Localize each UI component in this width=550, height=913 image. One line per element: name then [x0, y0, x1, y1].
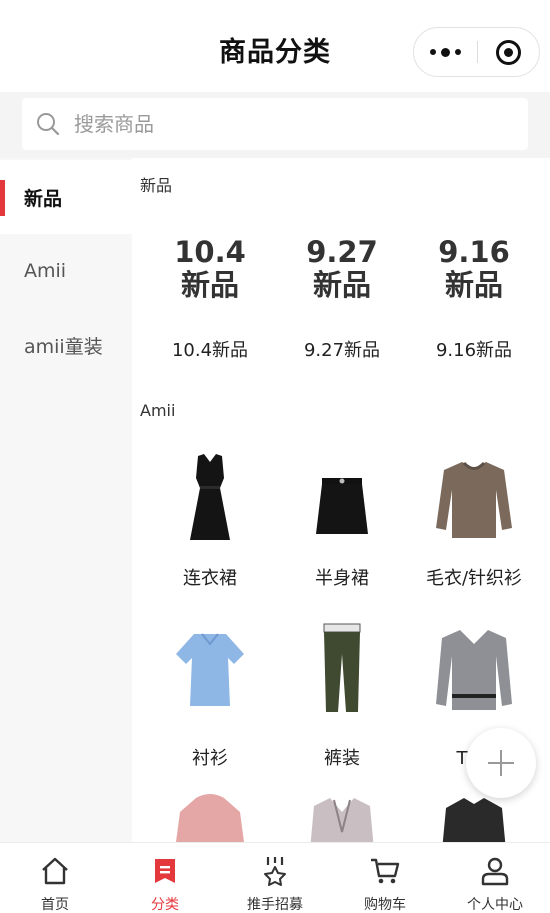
- new-item-image: 9.16 新品: [408, 236, 540, 302]
- new-item-label: 9.27新品: [303, 340, 381, 361]
- hoodie-icon: [176, 794, 244, 842]
- more-dots-icon[interactable]: [414, 28, 477, 76]
- category-label: 半身裙: [315, 568, 369, 589]
- tab-label: 分类: [151, 897, 179, 913]
- sidebar-item-amii[interactable]: Amii: [0, 234, 132, 308]
- tab-recruit[interactable]: 推手招募: [220, 843, 330, 913]
- tab-label: 个人中心: [467, 897, 523, 913]
- shirt-icon: [176, 633, 244, 706]
- new-item-image-line2: 新品: [312, 268, 371, 302]
- category-label: 衬衫: [192, 748, 228, 769]
- target-circle-icon[interactable]: [496, 40, 521, 65]
- category-tile-skirt[interactable]: 半身裙: [276, 444, 408, 594]
- tab-home[interactable]: 首页: [0, 843, 110, 913]
- tab-label: 推手招募: [247, 897, 303, 913]
- tab-label: 首页: [41, 897, 69, 913]
- category-label: 连衣裙: [183, 568, 237, 589]
- category-tile-blazer[interactable]: [276, 792, 408, 842]
- mini-program-capsule: [413, 27, 540, 77]
- category-tile-pants[interactable]: 裤装: [276, 614, 408, 769]
- tab-cart[interactable]: 购物车: [330, 843, 440, 913]
- search-icon: [37, 113, 60, 136]
- section-title-amii: Amii: [140, 401, 176, 420]
- capsule-divider: [477, 41, 478, 63]
- category-label: 裤装: [324, 748, 360, 769]
- category-icon: [155, 859, 175, 883]
- nav-header: 商品分类: [0, 0, 550, 92]
- jacket-icon: [442, 798, 506, 842]
- search-box[interactable]: [22, 98, 528, 150]
- skirt-icon: [316, 478, 368, 534]
- tshirt-icon: [436, 630, 512, 710]
- new-item-image-line1: 9.16: [438, 235, 510, 269]
- category-tile-hoodie[interactable]: [144, 792, 276, 842]
- tab-label: 购物车: [364, 897, 406, 913]
- section-title-new: 新品: [140, 176, 173, 195]
- search-input[interactable]: [74, 106, 514, 142]
- dress-icon: [190, 454, 230, 540]
- sidebar-item-amii-kids[interactable]: amii童装: [0, 308, 132, 382]
- new-item-image: 9.27 新品: [276, 236, 408, 302]
- add-float-button[interactable]: [466, 728, 536, 798]
- category-label: 毛衣/针织衫: [425, 568, 523, 589]
- home-icon: [42, 857, 68, 885]
- medal-icon: [264, 857, 286, 886]
- blazer-icon: [310, 798, 374, 842]
- pants-icon: [323, 623, 361, 712]
- new-item-image-line2: 新品: [444, 268, 503, 302]
- category-sidebar: 新品 Amii amii童装: [0, 158, 132, 842]
- new-item-image-line1: 9.27: [306, 235, 378, 269]
- new-item-image-line1: 10.4: [174, 235, 246, 269]
- user-icon: [481, 857, 509, 886]
- category-tile-dress[interactable]: 连衣裙: [144, 444, 276, 594]
- category-tile-jacket[interactable]: [408, 792, 540, 842]
- new-item-image-line2: 新品: [180, 268, 239, 302]
- new-item-label: 9.16新品: [435, 340, 513, 361]
- new-item-image: 10.4 新品: [144, 236, 276, 302]
- sweater-icon: [436, 461, 512, 538]
- search-bar-container: [0, 92, 550, 158]
- category-tile-sweater[interactable]: 毛衣/针织衫: [408, 444, 540, 594]
- tab-profile[interactable]: 个人中心: [440, 843, 550, 913]
- tab-category[interactable]: 分类: [110, 843, 220, 913]
- cart-icon: [371, 858, 400, 884]
- sidebar-item-new[interactable]: 新品: [0, 160, 132, 234]
- category-tile-shirt[interactable]: 衬衫: [144, 614, 276, 769]
- bottom-tab-bar: 首页 分类 推手招募 购物车 个人中心: [0, 842, 550, 913]
- new-item-label: 10.4新品: [171, 340, 249, 361]
